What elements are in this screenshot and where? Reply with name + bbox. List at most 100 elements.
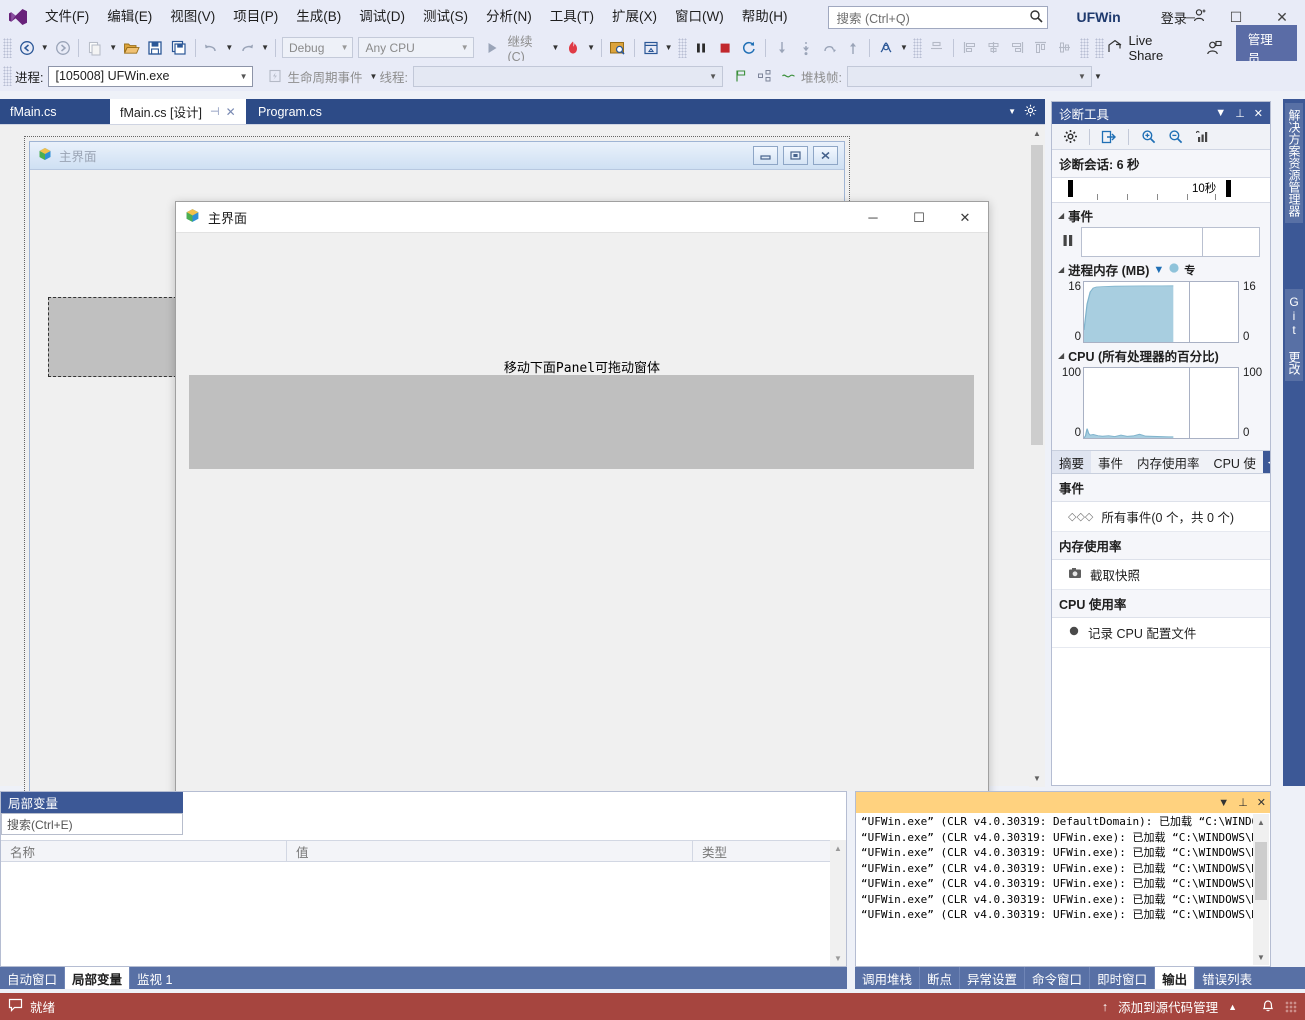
stackframe-combo[interactable]: ▼: [846, 65, 1092, 87]
bottom-tab-autos[interactable]: 自动窗口: [0, 967, 64, 989]
source-control-chevron-icon[interactable]: ▲: [1228, 1002, 1237, 1012]
thread-combo[interactable]: ▼: [412, 65, 723, 87]
designer-close-icon[interactable]: [813, 146, 838, 165]
export-icon[interactable]: [1097, 126, 1121, 148]
bottom-tab-breakpoints[interactable]: 断点: [919, 967, 959, 989]
stop-debugging-icon[interactable]: [713, 37, 737, 59]
summary-row-all-events[interactable]: ◇◇◇ 所有事件(0 个，共 0 个): [1052, 502, 1270, 532]
output-scroll-down-icon[interactable]: ▼: [1253, 949, 1269, 965]
flag-icon[interactable]: [729, 65, 753, 87]
open-file-icon[interactable]: [119, 37, 143, 59]
events-pause-icon[interactable]: [1062, 234, 1074, 250]
undo-dropdown[interactable]: ▼: [223, 37, 235, 59]
solution-platform-combo[interactable]: Any CPU ▼: [358, 37, 474, 58]
lifecycle-events-dropdown[interactable]: ▼: [368, 65, 380, 87]
redo-icon[interactable]: [235, 37, 259, 59]
new-item-dropdown[interactable]: ▼: [107, 37, 119, 59]
designer-scroll-thumb[interactable]: [1031, 145, 1043, 445]
zoom-out-icon[interactable]: [1163, 126, 1187, 148]
chevron-down-icon-diag[interactable]: ▼: [1215, 107, 1226, 119]
bottom-tab-watch1[interactable]: 监视 1: [129, 967, 179, 989]
diag-tab-cpu-usage[interactable]: CPU 使: [1207, 451, 1263, 473]
live-share-button[interactable]: Live Share: [1107, 33, 1190, 63]
live-visual-tree-icon[interactable]: [639, 37, 663, 59]
bottom-tab-immediate-window[interactable]: 即时窗口: [1089, 967, 1154, 989]
vertical-tab-git-changes[interactable]: Git 更改: [1285, 289, 1303, 381]
zoom-in-icon[interactable]: [1136, 126, 1160, 148]
continue-play-icon[interactable]: [480, 37, 504, 59]
align-middles-icon[interactable]: [1053, 37, 1077, 59]
restart-debugging-icon[interactable]: [737, 37, 761, 59]
diagnostic-memory-section-header[interactable]: ◢ 进程内存 (MB) ▼ 专: [1052, 257, 1270, 281]
save-all-icon[interactable]: [167, 37, 191, 59]
menu-item-view[interactable]: 视图(V): [161, 4, 224, 30]
pin-icon-diag[interactable]: ⊥: [1235, 107, 1245, 120]
menu-item-edit[interactable]: 编辑(E): [98, 4, 161, 30]
output-scroll-thumb[interactable]: [1255, 842, 1267, 900]
thread-marker-dropdown[interactable]: ▼: [898, 37, 910, 59]
menu-item-analyze[interactable]: 分析(N): [477, 4, 541, 30]
resize-grip-icon[interactable]: [1285, 1000, 1297, 1013]
output-scroll-up-icon[interactable]: ▲: [1253, 814, 1269, 830]
live-visual-tree-dropdown[interactable]: ▼: [663, 37, 675, 59]
bottom-tab-exception-settings[interactable]: 异常设置: [959, 967, 1024, 989]
step-out-icon[interactable]: [818, 37, 842, 59]
bottom-tab-locals[interactable]: 局部变量: [64, 967, 130, 989]
break-all-icon[interactable]: [690, 37, 714, 59]
tab-fmain-cs-design[interactable]: fMain.cs [设计] ⊣ ✕: [110, 99, 246, 124]
runtime-window-caption[interactable]: 主界面 ─ ☐ ✕: [176, 202, 988, 233]
close-icon-diag[interactable]: ✕: [1254, 107, 1263, 120]
locals-column-value[interactable]: 值: [287, 841, 693, 861]
output-text-area[interactable]: “UFWin.exe” (CLR v4.0.30319: DefaultDoma…: [857, 814, 1253, 965]
tab-settings-icon[interactable]: [1024, 104, 1037, 120]
new-item-icon[interactable]: [83, 37, 107, 59]
scroll-up-icon[interactable]: ▲: [1029, 125, 1045, 142]
solution-configuration-combo[interactable]: Debug ▼: [282, 37, 354, 58]
locals-column-name[interactable]: 名称: [1, 841, 287, 861]
toolbar-grip-2[interactable]: [677, 37, 687, 58]
source-control-text[interactable]: 添加到源代码管理: [1118, 997, 1218, 1016]
runtime-minimize-button[interactable]: ─: [850, 202, 896, 233]
cpu-usage-chart[interactable]: [1083, 367, 1239, 439]
navigate-forward-icon[interactable]: [51, 37, 75, 59]
bottom-tab-command-window[interactable]: 命令窗口: [1024, 967, 1089, 989]
search-input[interactable]: 搜索 (Ctrl+Q): [828, 5, 1049, 29]
close-icon-output[interactable]: ✕: [1257, 796, 1266, 809]
pin-icon[interactable]: ⊣: [210, 105, 220, 118]
runtime-close-button[interactable]: ✕: [942, 202, 988, 233]
continue-label[interactable]: 继续(C): [507, 31, 549, 64]
menu-item-window[interactable]: 窗口(W): [666, 4, 733, 30]
locals-scroll-up-icon[interactable]: ▲: [830, 840, 846, 856]
undo-icon[interactable]: [200, 37, 224, 59]
step-over-icon[interactable]: [794, 37, 818, 59]
menu-item-extensions[interactable]: 扩展(X): [603, 4, 666, 30]
navigate-backward-icon[interactable]: [15, 37, 39, 59]
locals-column-type[interactable]: 类型: [693, 841, 846, 861]
gear-icon[interactable]: [1058, 126, 1082, 148]
lifecycle-events-icon[interactable]: [263, 65, 287, 87]
designer-maximize-icon[interactable]: [783, 146, 808, 165]
runtime-maximize-button[interactable]: ☐: [896, 202, 942, 233]
running-application-window[interactable]: 主界面 ─ ☐ ✕ 移动下面Panel可拖动窗体: [175, 201, 989, 839]
hot-reload-icon[interactable]: [561, 37, 585, 59]
summary-row-record-cpu[interactable]: 记录 CPU 配置文件: [1052, 618, 1270, 648]
menu-item-file[interactable]: 文件(F): [36, 4, 98, 30]
minimize-button[interactable]: ─: [1167, 0, 1213, 34]
diagnostic-timeline-ruler[interactable]: 10秒: [1052, 177, 1270, 203]
expander-icon-memory[interactable]: ◢: [1058, 265, 1064, 274]
stackframe-marker-icon[interactable]: [777, 65, 801, 87]
chevron-down-icon-output[interactable]: ▼: [1218, 797, 1229, 809]
bottom-tab-output[interactable]: 输出: [1154, 967, 1195, 989]
runtime-drag-panel[interactable]: [189, 375, 974, 469]
expander-icon-cpu[interactable]: ◢: [1058, 351, 1064, 360]
pane-splitter[interactable]: [847, 791, 855, 967]
summary-row-take-snapshot[interactable]: 截取快照: [1052, 560, 1270, 590]
toolbar-grip[interactable]: [3, 37, 12, 58]
expander-icon-events[interactable]: ◢: [1058, 211, 1064, 220]
designer-vertical-scrollbar[interactable]: ▲ ▼: [1029, 125, 1045, 787]
output-vertical-scrollbar[interactable]: ▲ ▼: [1253, 814, 1269, 965]
bottom-tab-error-list[interactable]: 错误列表: [1194, 967, 1259, 989]
chart-icon[interactable]: [1190, 126, 1214, 148]
menu-item-help[interactable]: 帮助(H): [733, 4, 797, 30]
tab-program-cs[interactable]: Program.cs: [248, 99, 332, 124]
